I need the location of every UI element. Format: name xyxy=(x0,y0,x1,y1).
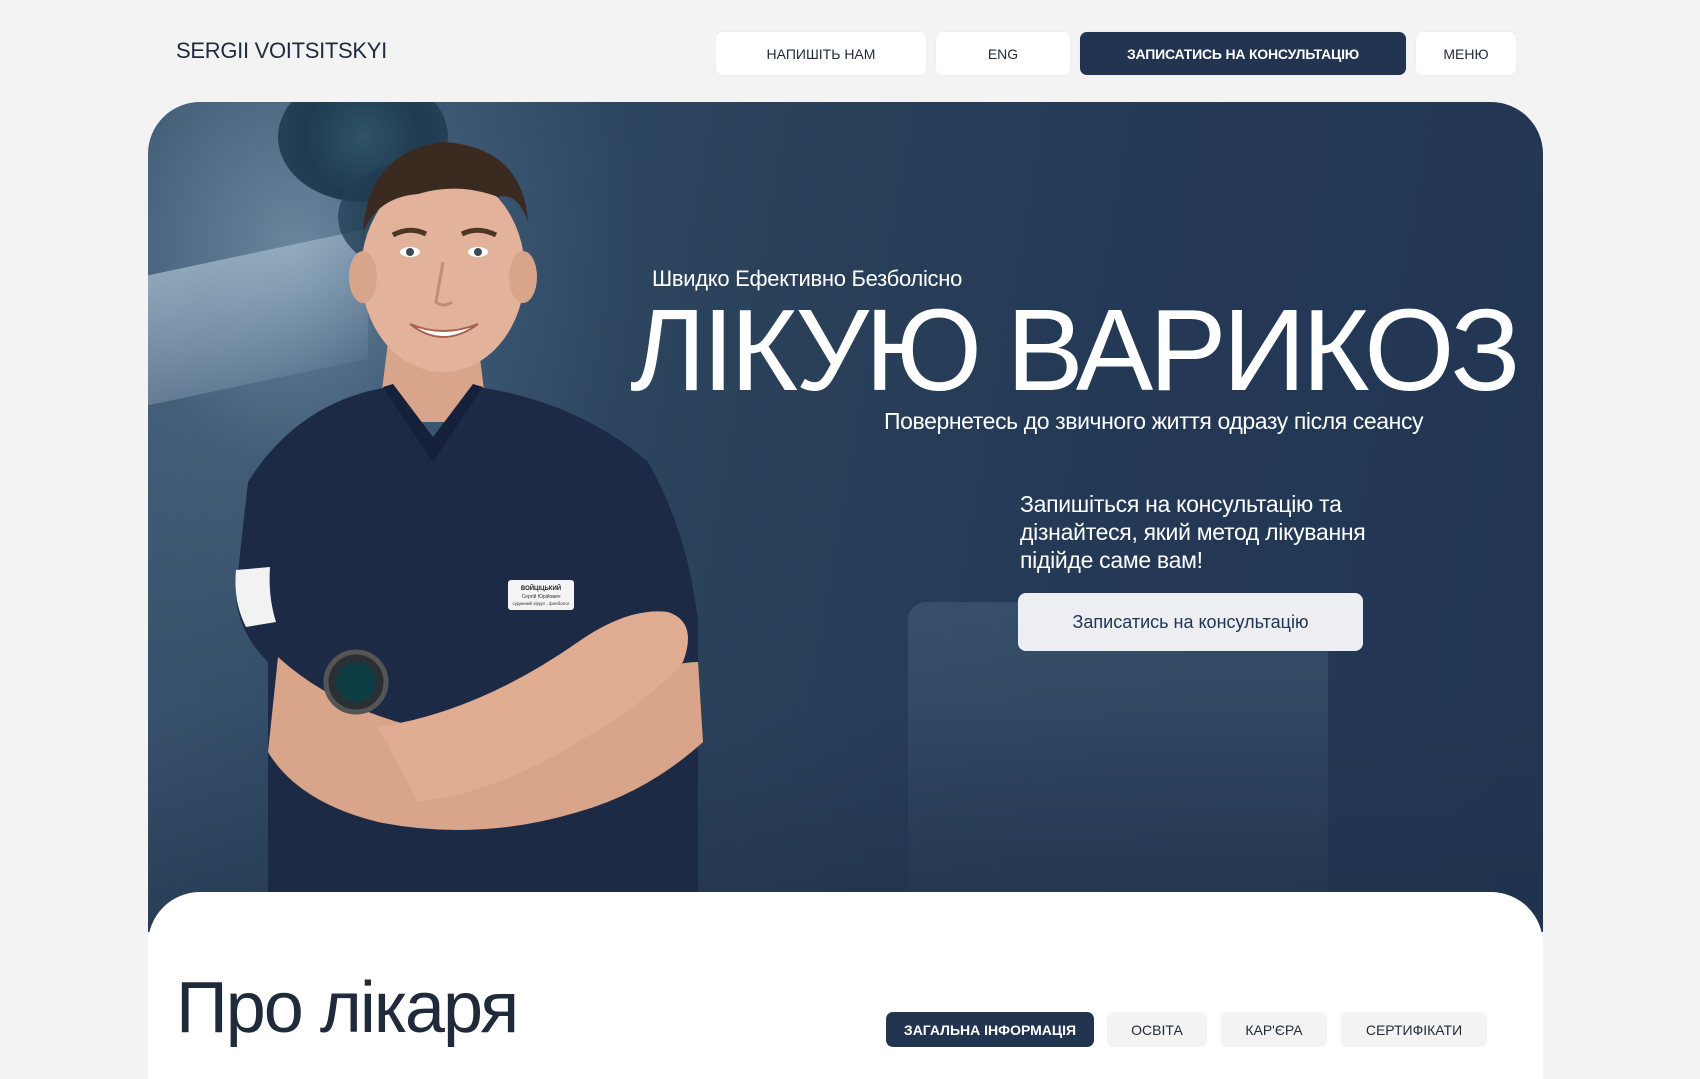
language-button[interactable]: ENG xyxy=(936,32,1070,75)
about-title: Про лікаря xyxy=(176,968,519,1048)
doctor-photo: ВОЙЦІЦЬКИЙ Сергій Юрійович судинний хіру… xyxy=(235,142,703,932)
menu-button[interactable]: МЕНЮ xyxy=(1416,32,1516,75)
hero-book-consultation-button[interactable]: Записатись на консультацію xyxy=(1018,593,1363,651)
hero-cta-text: Запишіться на консультацію та дізнайтеся… xyxy=(1020,491,1366,573)
tab-general-info[interactable]: ЗАГАЛЬНА ІНФОРМАЦІЯ xyxy=(886,1012,1094,1047)
hero-section: ВОЙЦІЦЬКИЙ Сергій Юрійович судинний хіру… xyxy=(148,102,1543,932)
book-consultation-button[interactable]: ЗАПИСАТИСЬ НА КОНСУЛЬТАЦІЮ xyxy=(1080,32,1406,75)
badge-name-line2: Сергій Юрійович xyxy=(522,593,561,600)
site-logo[interactable]: SERGII VOITSITSKYI xyxy=(176,38,387,64)
write-us-button[interactable]: НАПИШІТЬ НАМ xyxy=(716,32,926,75)
hero-subtitle: Повернетесь до звичного життя одразу піс… xyxy=(884,408,1424,434)
about-section: Про лікаря ЗАГАЛЬНА ІНФОРМАЦІЯ ОСВІТА КА… xyxy=(148,892,1543,1079)
badge-name: ВОЙЦІЦЬКИЙ xyxy=(521,584,561,592)
tab-education[interactable]: ОСВІТА xyxy=(1107,1012,1207,1047)
hero-title: ЛІКУЮ ВАРИКОЗ xyxy=(630,285,1521,415)
tab-career[interactable]: КАР'ЄРА xyxy=(1221,1012,1327,1047)
tab-certificates[interactable]: СЕРТИФІКАТИ xyxy=(1341,1012,1487,1047)
page: SERGII VOITSITSKYI НАПИШІТЬ НАМ ENG ЗАПИ… xyxy=(0,0,1700,1079)
badge-name-line3: судинний хірург , флеболог xyxy=(512,600,569,606)
